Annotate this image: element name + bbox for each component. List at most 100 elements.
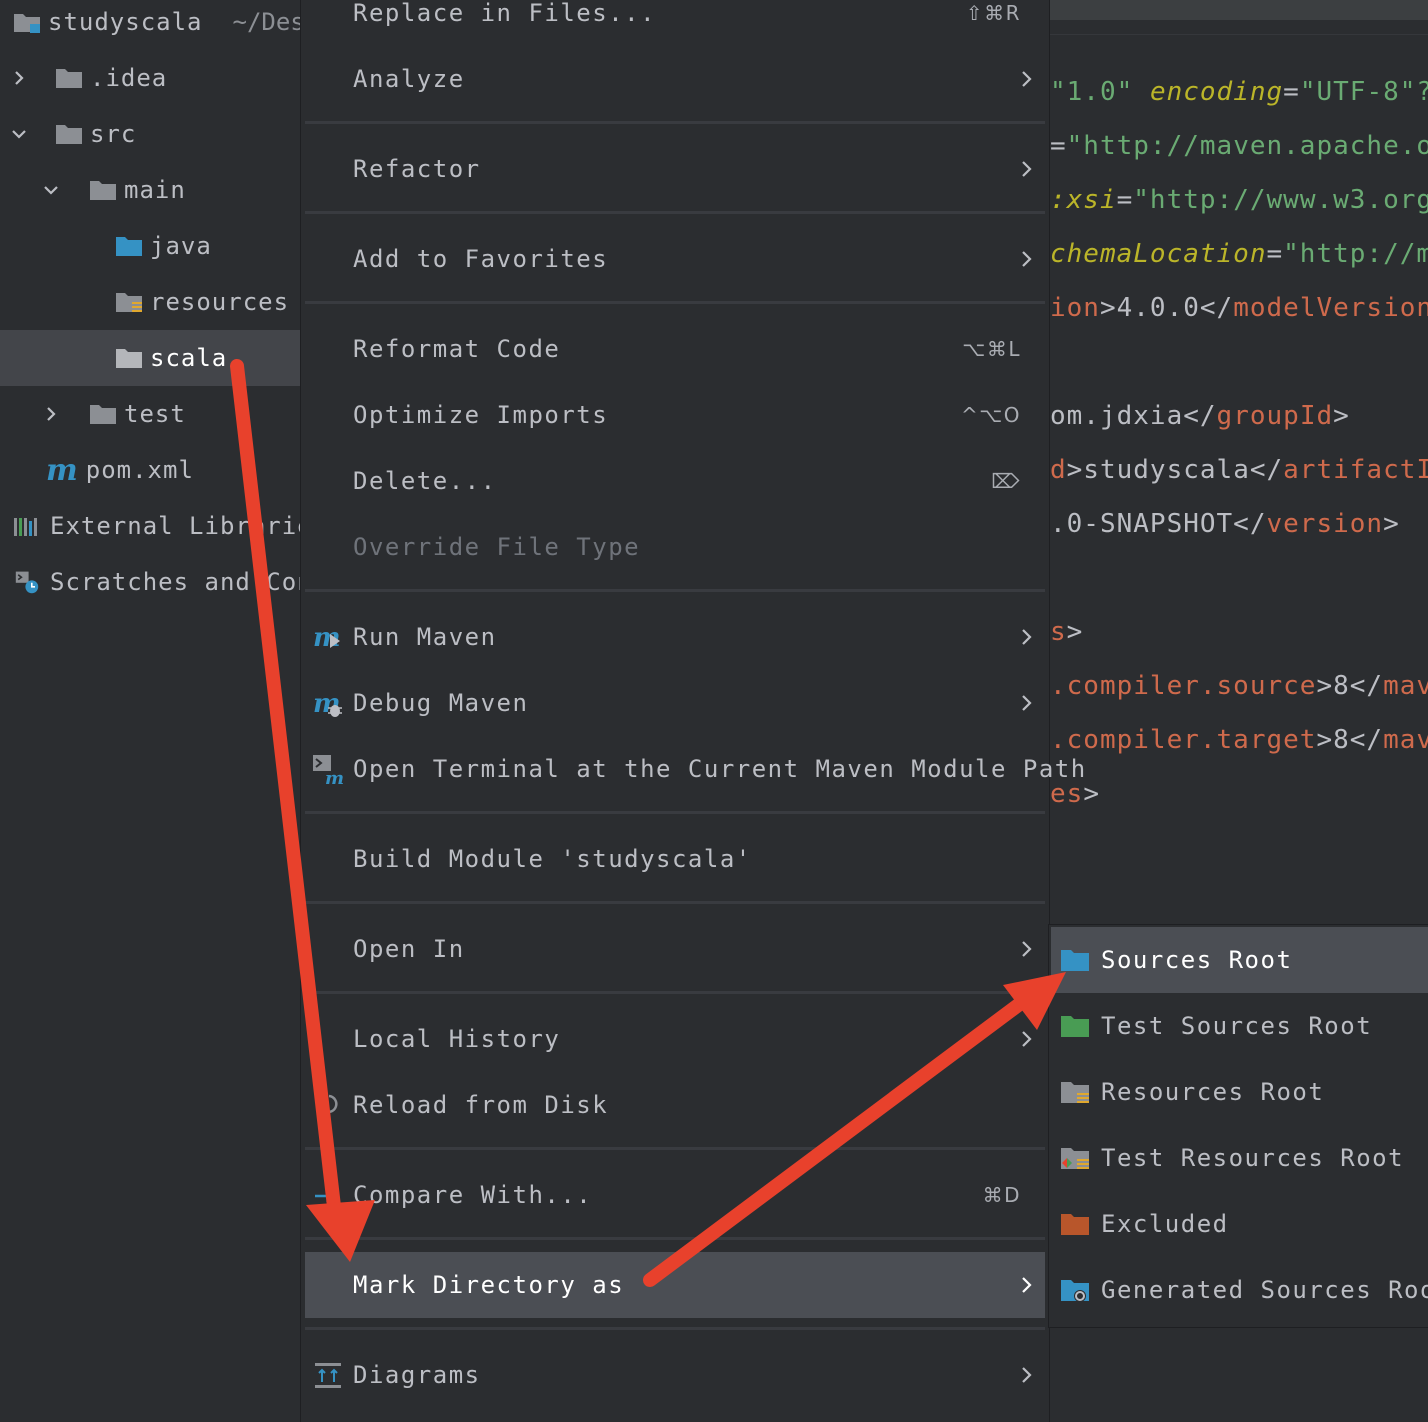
context-menu: Replace in Files... ⇧⌘R Analyze Refactor… (300, 0, 1085, 1422)
tree-item-label: .idea (90, 64, 168, 92)
menu-item-label: Add to Favorites (353, 245, 609, 273)
menu-item-open-terminal[interactable]: m Open Terminal at the Current Maven Mod… (305, 736, 1085, 802)
menu-item-debug-maven[interactable]: m Debug Maven (305, 670, 1045, 736)
menu-separator (305, 121, 1045, 124)
code-line: ion>4.0.0</modelVersion (1050, 293, 1428, 323)
mark-directory-submenu: Sources Root Test Sources Root Resources… (1048, 924, 1428, 1328)
menu-item-label: Refactor (353, 155, 481, 183)
code-line: .compiler.target>8</mav (1050, 725, 1428, 755)
tree-item-src[interactable]: src (0, 106, 300, 162)
submenu-item-test-sources-root[interactable]: Test Sources Root (1051, 993, 1428, 1059)
menu-item-mark-directory-as[interactable]: Mark Directory as (305, 1252, 1045, 1318)
menu-item-optimize-imports[interactable]: Optimize Imports ^⌥O (305, 382, 1045, 448)
tree-item-scratches[interactable]: Scratches and Consoles (0, 554, 300, 610)
menu-item-reformat-code[interactable]: Reformat Code ⌥⌘L (305, 316, 1045, 382)
source-folder-icon (116, 237, 142, 256)
menu-item-label: Debug Maven (353, 689, 529, 717)
menu-item-diagrams[interactable]: Diagrams (305, 1342, 1045, 1408)
code-line: :xsi="http://www.w3.org (1050, 185, 1428, 215)
menu-item-local-history[interactable]: Local History (305, 1006, 1045, 1072)
menu-separator (305, 211, 1045, 214)
folder-icon (90, 405, 116, 424)
debug-maven-icon: m (313, 689, 342, 719)
generated-sources-root-folder-icon (1061, 1280, 1089, 1302)
chevron-right-icon[interactable] (40, 403, 62, 425)
menu-item-refactor[interactable]: Refactor (305, 136, 1045, 202)
tree-item-label: Scratches and Consoles (50, 568, 300, 596)
chevron-right-icon (1022, 695, 1032, 711)
tree-root-path: ~/Desk (232, 8, 301, 36)
submenu-item-generated-sources-root[interactable]: Generated Sources Root (1051, 1257, 1428, 1323)
menu-item-analyze[interactable]: Analyze (305, 46, 1045, 112)
chevron-right-icon[interactable] (8, 67, 30, 89)
tree-item-main[interactable]: main (0, 162, 300, 218)
menu-separator (305, 1327, 1045, 1330)
tree-item-label: main (124, 176, 186, 204)
submenu-item-label: Resources Root (1101, 1078, 1325, 1106)
editor-divider (1048, 34, 1428, 35)
tree-item-java[interactable]: java (0, 218, 300, 274)
maven-file-icon: m (46, 452, 78, 488)
sources-root-folder-icon (1061, 950, 1089, 971)
folder-icon (90, 181, 116, 200)
submenu-item-test-resources-root[interactable]: Test Resources Root (1051, 1125, 1428, 1191)
tree-item-label: scala (150, 344, 228, 372)
tree-item-pom-xml[interactable]: m pom.xml (0, 442, 300, 498)
tree-item-external-libraries[interactable]: External Libraries (0, 498, 300, 554)
submenu-item-resources-root[interactable]: Resources Root (1051, 1059, 1428, 1125)
folder-icon (116, 349, 142, 368)
menu-item-shortcut: ⌥⌘L (962, 337, 1021, 361)
code-line: ="http://maven.apache.o (1050, 131, 1428, 161)
reload-icon (319, 1094, 338, 1114)
menu-item-label: Reload from Disk (353, 1091, 609, 1119)
submenu-item-excluded[interactable]: Excluded (1051, 1191, 1428, 1257)
menu-item-add-to-favorites[interactable]: Add to Favorites (305, 226, 1045, 292)
menu-item-label: Run Maven (353, 623, 497, 651)
menu-item-build-module[interactable]: Build Module 'studyscala' (305, 826, 1045, 892)
tree-item-test[interactable]: test (0, 386, 300, 442)
menu-item-replace-in-files[interactable]: Replace in Files... ⇧⌘R (305, 0, 1045, 46)
chevron-down-icon[interactable] (40, 179, 62, 201)
tree-item-scala[interactable]: scala (0, 330, 300, 386)
project-tree: studyscala ~/Desk .idea src main java re… (0, 0, 300, 1422)
tree-item-resources[interactable]: resources (0, 274, 300, 330)
test-sources-root-folder-icon (1061, 1016, 1089, 1037)
code-line: s> (1050, 617, 1084, 647)
libraries-icon (14, 518, 37, 536)
chevron-down-icon[interactable] (8, 123, 30, 145)
test-resources-root-folder-icon (1061, 1148, 1089, 1169)
menu-item-label: Diagrams (353, 1361, 481, 1389)
tree-item-idea[interactable]: .idea (0, 50, 300, 106)
scratches-icon (15, 571, 39, 594)
code-line: .compiler.source>8</mav (1050, 671, 1428, 701)
menu-item-open-in[interactable]: Open In (305, 916, 1045, 982)
menu-item-compare-with[interactable]: Compare With... ⌘D (305, 1162, 1045, 1228)
menu-item-delete[interactable]: Delete... ⌦ (305, 448, 1045, 514)
menu-item-label: Replace in Files... (353, 0, 657, 27)
menu-separator (305, 901, 1045, 904)
code-line: d>studyscala</artifactI (1050, 455, 1428, 485)
code-line: chemaLocation="http://m (1050, 239, 1428, 269)
tree-item-label: External Libraries (50, 512, 300, 540)
tree-root-studyscala[interactable]: studyscala ~/Desk (0, 0, 300, 50)
menu-item-reload-from-disk[interactable]: Reload from Disk (305, 1072, 1045, 1138)
chevron-right-icon (1022, 161, 1032, 177)
menu-item-label: Delete... (353, 467, 497, 495)
module-folder-icon (14, 14, 40, 33)
tree-item-label: pom.xml (85, 456, 194, 484)
menu-item-label: Compare With... (353, 1181, 593, 1209)
menu-item-label: Mark Directory as (353, 1271, 625, 1299)
tree-item-label: test (124, 400, 186, 428)
submenu-item-label: Test Resources Root (1101, 1144, 1405, 1172)
menu-item-label: Reformat Code (353, 335, 561, 363)
resources-root-folder-icon (1061, 1082, 1089, 1103)
resources-folder-icon (116, 293, 142, 312)
diagrams-icon (315, 1363, 341, 1388)
menu-item-override-file-type[interactable]: Override File Type (305, 514, 1045, 580)
menu-separator (305, 589, 1045, 592)
menu-separator (305, 1147, 1045, 1150)
submenu-item-sources-root[interactable]: Sources Root (1051, 927, 1428, 993)
menu-item-label: Build Module 'studyscala' (353, 845, 752, 873)
chevron-right-icon (1022, 1277, 1032, 1293)
menu-item-run-maven[interactable]: m Run Maven (305, 604, 1045, 670)
